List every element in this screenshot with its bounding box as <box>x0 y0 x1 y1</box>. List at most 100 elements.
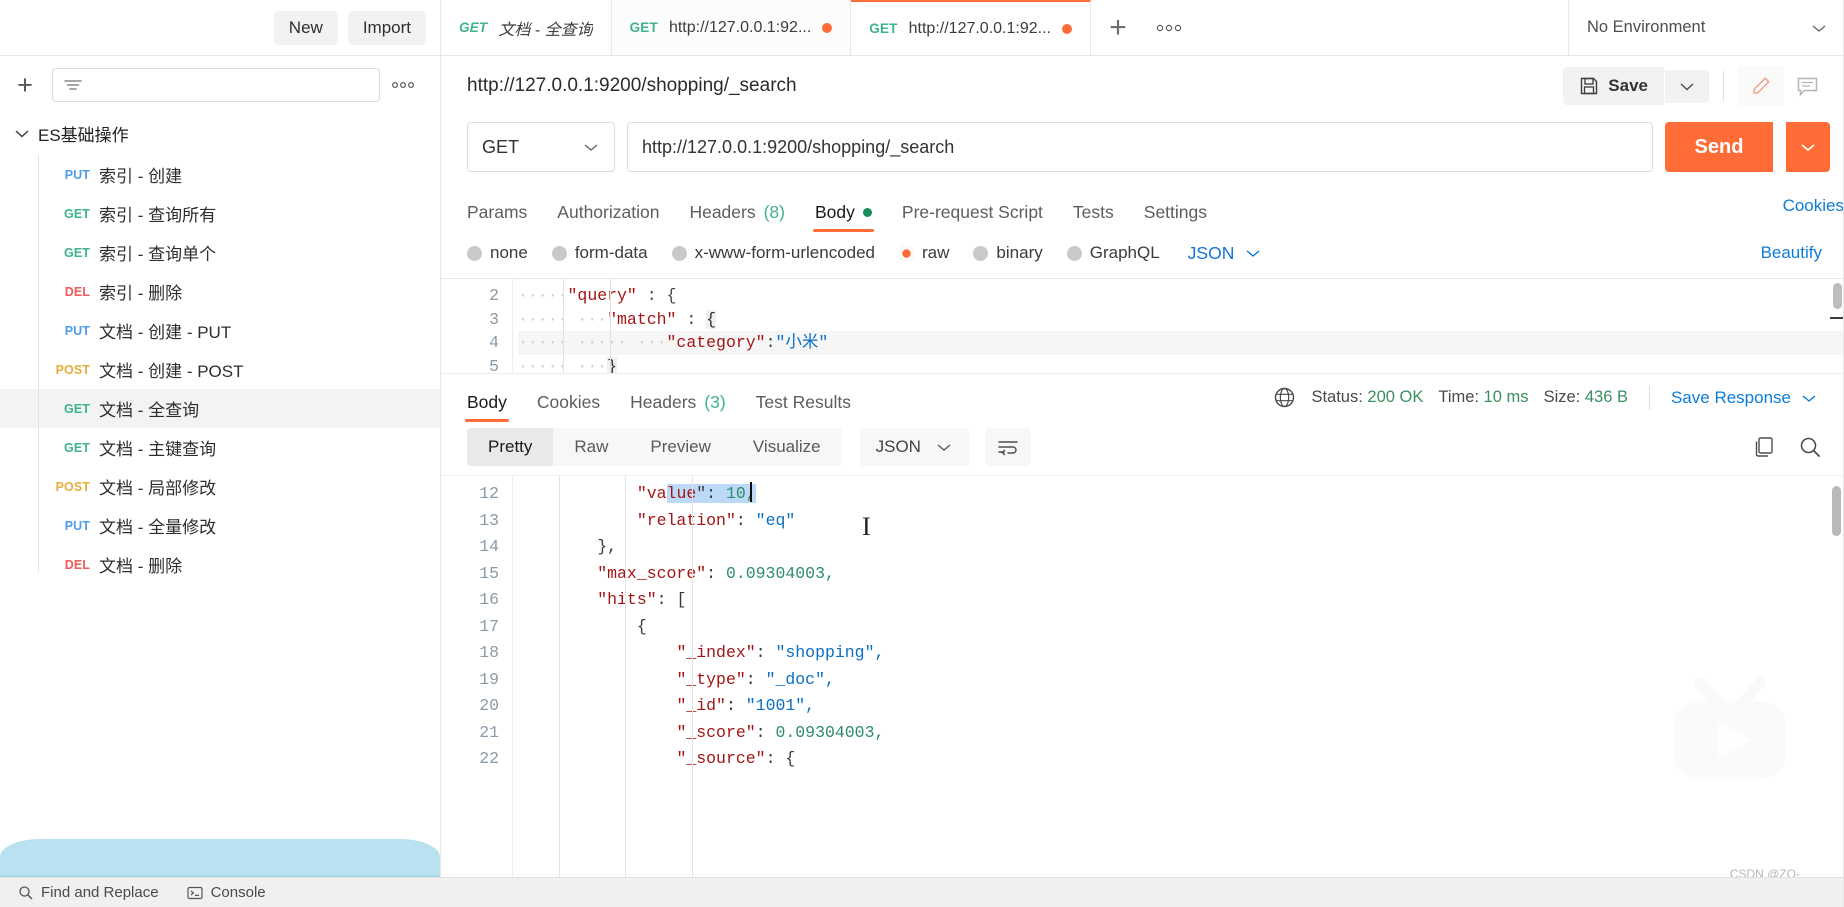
wrap-lines-button[interactable] <box>984 428 1031 466</box>
status-value: 200 OK <box>1367 388 1424 406</box>
tab-options-icon[interactable] <box>1145 0 1193 55</box>
tab-strip-filler <box>1193 0 1569 55</box>
line-number: 3 <box>489 309 499 329</box>
sidebar-item-6[interactable]: GET 文档 - 全查询 <box>0 389 440 428</box>
sidebar-item-1[interactable]: GET 索引 - 查询所有 <box>0 194 440 233</box>
request-tab-2[interactable]: GET http://127.0.0.1:92... <box>851 0 1091 55</box>
sidebar-item-4[interactable]: PUT 文档 - 创建 - PUT <box>0 311 440 350</box>
terminal-icon <box>186 886 203 900</box>
beautify-link[interactable]: Beautify <box>1761 243 1822 263</box>
cookies-link[interactable]: Cookies <box>1783 196 1844 216</box>
body-type-graphql[interactable]: GraphQL <box>1066 243 1160 263</box>
response-line-19: "_type": "_doc", <box>676 669 835 689</box>
copy-icon[interactable] <box>1752 435 1776 459</box>
tab-strip: GET 文档 - 全查询 GET http://127.0.0.1:92... … <box>441 0 1569 55</box>
response-tab-body[interactable]: Body <box>465 392 509 422</box>
tab-title-2: http://127.0.0.1:92... <box>908 19 1051 37</box>
find-and-replace-label: Find and Replace <box>41 884 159 901</box>
url-input[interactable]: http://127.0.0.1:9200/shopping/_search <box>627 122 1653 172</box>
response-line-21: "_score": 0.09304003, <box>676 722 885 742</box>
search-icon[interactable] <box>1798 435 1822 459</box>
save-button[interactable]: Save <box>1563 67 1664 105</box>
response-code[interactable]: "value": 10, "relation": "eq" }, "max_sc… <box>512 476 1844 907</box>
request-tab-0[interactable]: GET 文档 - 全查询 <box>441 0 612 55</box>
tab-body[interactable]: Body <box>813 202 874 232</box>
collection-ES基础操作[interactable]: ES基础操作 <box>0 112 440 155</box>
search-icon <box>18 885 33 900</box>
new-tab-button[interactable]: + <box>1091 0 1145 55</box>
response-tab-headers[interactable]: Headers (3) <box>630 392 726 422</box>
item-method-1: GET <box>64 206 90 221</box>
body-type-binary[interactable]: binary <box>973 243 1043 263</box>
new-button[interactable]: New <box>273 10 338 45</box>
sidebar-more-icon[interactable] <box>392 81 426 89</box>
send-options-button[interactable] <box>1786 122 1830 172</box>
line-number: 22 <box>479 749 499 768</box>
body-type-raw[interactable]: raw <box>899 243 949 263</box>
line-number: 14 <box>479 537 499 556</box>
sidebar-item-3[interactable]: DEL 索引 - 删除 <box>0 272 440 311</box>
tab-method-1: GET <box>629 20 658 35</box>
request-editor-resize-handle[interactable] <box>1830 317 1844 319</box>
sidebar-item-7[interactable]: GET 文档 - 主键查询 <box>0 428 440 467</box>
response-vertical-scrollbar[interactable] <box>1832 486 1841 536</box>
tab-pre-request-script[interactable]: Pre-request Script <box>902 202 1043 232</box>
globe-icon[interactable] <box>1273 386 1296 409</box>
request-tab-1[interactable]: GET http://127.0.0.1:92... <box>611 0 852 55</box>
request-editor-code[interactable]: ·····"query" : { ····· ···"match" : { ··… <box>512 279 1844 373</box>
response-tabs: Body Cookies Headers (3) Test Results <box>465 374 851 422</box>
request-editor-scrollbar[interactable] <box>1833 283 1842 309</box>
response-format-select[interactable]: JSON <box>859 428 969 466</box>
tab-settings[interactable]: Settings <box>1144 202 1207 232</box>
status-divider <box>1648 385 1650 410</box>
comment-button[interactable] <box>1784 66 1830 106</box>
view-preview[interactable]: Preview <box>629 428 731 466</box>
view-visualize[interactable]: Visualize <box>732 428 842 466</box>
response-line-13: "relation": "eq" <box>636 510 796 530</box>
response-tab-test-results[interactable]: Test Results <box>756 392 851 422</box>
sidebar-item-5[interactable]: POST 文档 - 创建 - POST <box>0 350 440 389</box>
response-body-viewer[interactable]: 12 13 14 15 16 17 18 19 20 21 22 "value"… <box>441 475 1844 907</box>
response-tab-cookies[interactable]: Cookies <box>537 392 600 422</box>
sidebar-item-0[interactable]: PUT 索引 - 创建 <box>0 155 440 194</box>
view-raw[interactable]: Raw <box>553 428 629 466</box>
response-status-group: Status: 200 OK Time: 10 ms Size: 436 B S… <box>1273 385 1818 410</box>
request-body-editor[interactable]: 2 3 4 5 ·····"query" : { ····· ···"match… <box>441 278 1844 373</box>
item-method-10: DEL <box>64 557 90 572</box>
body-present-dot <box>862 208 872 217</box>
save-options-button[interactable] <box>1665 69 1709 103</box>
status-label: Status: <box>1311 388 1363 406</box>
sidebar-add-icon[interactable]: + <box>10 71 40 99</box>
tab-authorization[interactable]: Authorization <box>557 202 659 232</box>
request-tabs: Params Authorization Headers (8) Body Pre… <box>441 186 1844 232</box>
environment-selector[interactable]: No Environment <box>1569 0 1844 55</box>
sidebar-item-2[interactable]: GET 索引 - 查询单个 <box>0 233 440 272</box>
find-and-replace-button[interactable]: Find and Replace <box>18 884 159 901</box>
raw-format-select[interactable]: JSON <box>1188 243 1263 264</box>
item-method-2: GET <box>64 245 90 260</box>
save-label: Save <box>1608 76 1648 95</box>
sidebar-item-10[interactable]: DEL 文档 - 删除 <box>0 545 440 584</box>
response-line-12: "value": 10, <box>636 484 756 503</box>
edit-request-button[interactable] <box>1738 66 1784 106</box>
response-header: Body Cookies Headers (3) Test Results Sta… <box>441 373 1844 422</box>
tab-tests[interactable]: Tests <box>1073 202 1114 232</box>
sidebar-item-9[interactable]: PUT 文档 - 全量修改 <box>0 506 440 545</box>
method-select[interactable]: GET <box>467 122 615 172</box>
tab-headers[interactable]: Headers (8) <box>689 202 785 232</box>
tab-params[interactable]: Params <box>467 202 527 232</box>
sidebar-item-8[interactable]: POST 文档 - 局部修改 <box>0 467 440 506</box>
line-number: 21 <box>479 722 499 742</box>
toolbar-divider <box>1723 71 1724 101</box>
view-pretty[interactable]: Pretty <box>467 428 554 466</box>
top-bar: New Import GET 文档 - 全查询 GET http://127.0… <box>0 0 1844 56</box>
body-type-none[interactable]: none <box>467 243 528 263</box>
console-button[interactable]: Console <box>186 884 266 901</box>
save-response-button[interactable]: Save Response <box>1671 388 1818 408</box>
body-type-urlencoded[interactable]: x-www-form-urlencoded <box>671 243 875 263</box>
size-group: Size: 436 B <box>1544 388 1628 407</box>
import-button[interactable]: Import <box>347 10 426 45</box>
sidebar-filter-input[interactable] <box>52 68 380 102</box>
send-button[interactable]: Send <box>1665 122 1773 172</box>
body-type-form-data[interactable]: form-data <box>551 243 648 263</box>
